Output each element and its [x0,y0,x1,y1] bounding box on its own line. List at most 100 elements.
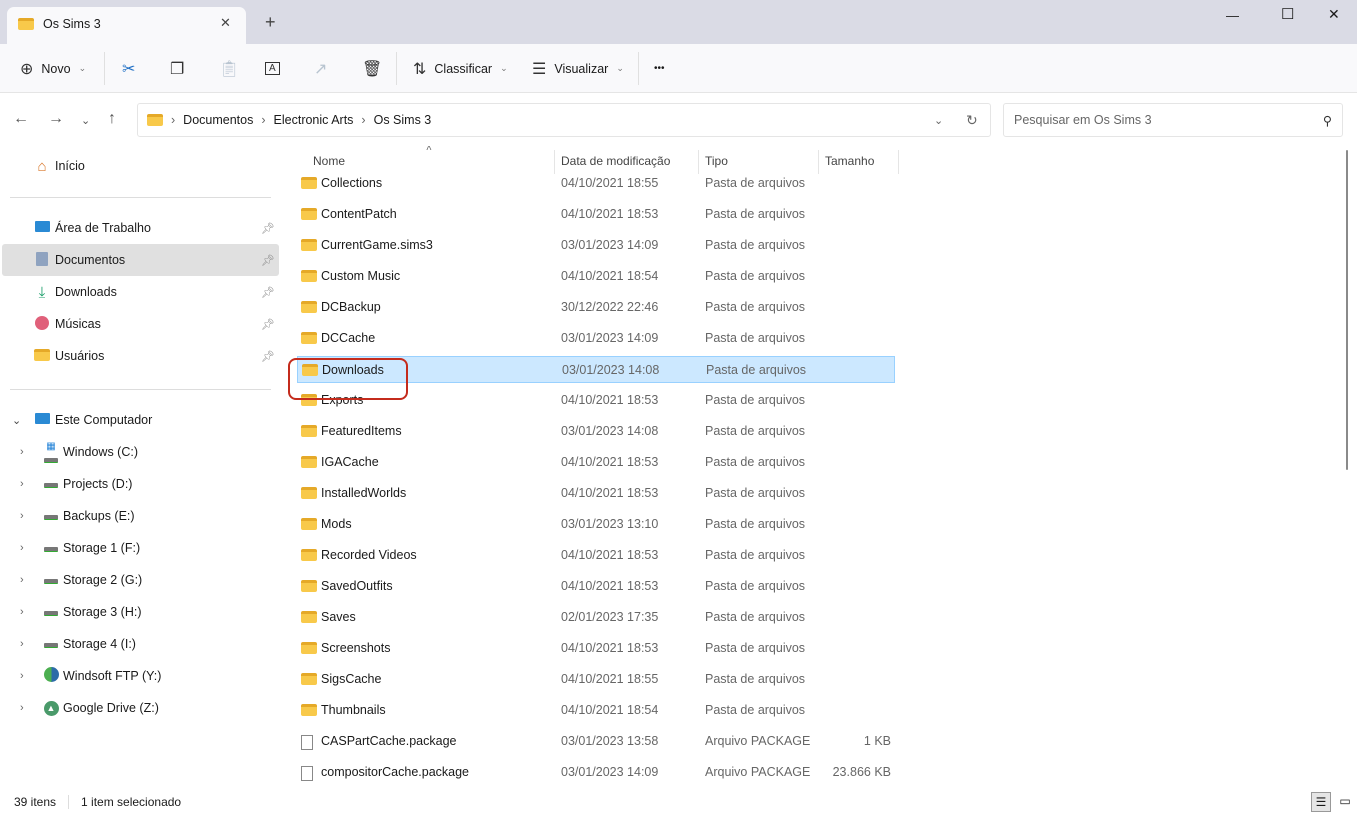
file-row[interactable]: SigsCache 04/10/2021 18:55 Pasta de arqu… [297,666,895,693]
up-button[interactable]: ↑ [108,110,116,128]
copy-icon[interactable]: ❐ [170,59,184,79]
file-row[interactable]: DCBackup 30/12/2022 22:46 Pasta de arqui… [297,294,895,321]
details-view-button[interactable]: ☰ [1311,792,1331,812]
close-tab-icon[interactable]: ✕ [220,15,231,31]
tab-os-sims-3[interactable]: Os Sims 3 ✕ [7,7,246,44]
file-row[interactable]: DCCache 03/01/2023 14:09 Pasta de arquiv… [297,325,895,352]
pin-icon[interactable]: 📌︎ [261,222,275,235]
pin-icon[interactable]: 📌︎ [261,254,275,267]
file-type: Pasta de arquivos [705,455,806,469]
chevron-right-icon[interactable]: › [20,638,24,650]
sidebar-item--rea-de-trabalho[interactable]: Área de Trabalho 📌︎ [2,212,279,244]
folder-icon [301,549,317,564]
pin-icon[interactable]: 📌︎ [261,318,275,331]
chevron-right-icon[interactable]: › [20,574,24,586]
vertical-scrollbar[interactable] [1346,150,1348,470]
file-row[interactable]: CurrentGame.sims3 03/01/2023 14:09 Pasta… [297,232,895,259]
file-row[interactable]: Screenshots 04/10/2021 18:53 Pasta de ar… [297,635,895,662]
maximize-button[interactable]: ☐ [1281,5,1294,23]
sidebar-drive[interactable]: › ▦ Windows (C:) [2,436,279,468]
command-bar: ⊕ Novo ⌄ ✂ ❐ 📋︎ A ↗ 🗑︎ ⇅ Classificar ⌄ ☰ Visu… [0,44,1357,93]
delete-icon[interactable]: 🗑︎ [362,59,382,79]
chevron-right-icon[interactable]: › [20,478,24,490]
chevron-right-icon[interactable]: › [20,542,24,554]
sidebar-item-m-sicas[interactable]: Músicas 📌︎ [2,308,279,340]
file-name: Custom Music [321,269,401,283]
file-name: DCBackup [321,300,381,314]
file-date: 04/10/2021 18:53 [561,548,659,562]
file-row[interactable]: SavedOutfits 04/10/2021 18:53 Pasta de a… [297,573,895,600]
new-tab-button[interactable]: + [265,12,276,33]
file-row[interactable]: compositorCache.package 03/01/2023 14:09… [297,759,895,786]
sidebar-drive[interactable]: › Storage 4 (I:) [2,628,279,660]
file-row[interactable]: Custom Music 04/10/2021 18:54 Pasta de a… [297,263,895,290]
file-row[interactable]: Recorded Videos 04/10/2021 18:53 Pasta d… [297,542,895,569]
breadcrumb-documentos[interactable]: Documentos [183,113,253,127]
forward-button[interactable]: → [48,110,64,128]
chevron-right-icon[interactable]: › [20,670,24,682]
sidebar-item-downloads[interactable]: ⤓ Downloads 📌︎ [2,276,279,308]
file-date: 02/01/2023 17:35 [561,610,659,624]
chevron-right-icon[interactable]: › [20,446,24,458]
file-row[interactable]: CASPartCache.package 03/01/2023 13:58 Ar… [297,728,895,755]
column-header-name[interactable]: Nome [313,154,345,168]
file-row[interactable]: FeaturedItems 03/01/2023 14:08 Pasta de … [297,418,895,445]
column-header-size[interactable]: Tamanho [825,154,874,168]
sidebar-drive[interactable]: › Storage 1 (F:) [2,532,279,564]
tiles-view-button[interactable]: ▭ [1335,792,1355,812]
status-bar: 39 itens 1 item selecionado ☰ ▭ [0,790,1357,814]
windows-drive-icon: ▦ [42,438,60,466]
file-row[interactable]: Mods 03/01/2023 13:10 Pasta de arquivos [297,511,895,538]
pin-icon[interactable]: 📌︎ [261,286,275,299]
chevron-right-icon[interactable]: › [20,702,24,714]
sidebar-drive[interactable]: › ▲ Google Drive (Z:) [2,692,279,724]
minimize-button[interactable]: — [1226,8,1239,23]
file-row[interactable]: Collections 04/10/2021 18:55 Pasta de ar… [297,170,895,197]
pin-icon[interactable]: 📌︎ [261,350,275,363]
column-header-date[interactable]: Data de modificação [561,154,670,168]
sidebar-drive[interactable]: › Projects (D:) [2,468,279,500]
sort-button[interactable]: ⇅ Classificar ⌄ [413,44,508,93]
breadcrumb-os-sims-3[interactable]: Os Sims 3 [374,113,432,127]
refresh-icon[interactable]: ↻ [966,112,978,129]
sidebar-drive[interactable]: › Storage 3 (H:) [2,596,279,628]
address-bar[interactable]: › Documentos › Electronic Arts › Os Sims… [137,103,991,137]
chevron-right-icon[interactable]: › [20,606,24,618]
sidebar-item-label: Storage 4 (I:) [63,637,136,651]
new-button[interactable]: ⊕ Novo ⌄ [20,44,86,93]
file-row[interactable]: ContentPatch 04/10/2021 18:53 Pasta de a… [297,201,895,228]
recent-locations-button[interactable]: ⌄ [81,114,90,127]
breadcrumb-electronic-arts[interactable]: Electronic Arts [274,113,354,127]
folder-icon [34,348,50,364]
sidebar-item-home[interactable]: ⌂ Início [2,150,279,182]
folder-icon [301,642,317,657]
file-row[interactable]: IGACache 04/10/2021 18:53 Pasta de arqui… [297,449,895,476]
file-row[interactable]: Thumbnails 04/10/2021 18:54 Pasta de arq… [297,697,895,724]
paste-icon[interactable]: 📋︎ [219,59,239,79]
file-name: Recorded Videos [321,548,417,562]
cut-icon[interactable]: ✂ [122,59,135,79]
search-input[interactable]: Pesquisar em Os Sims 3 ⚲ [1003,103,1343,137]
sidebar-drive[interactable]: › Backups (E:) [2,500,279,532]
view-button[interactable]: ☰ Visualizar ⌄ [532,44,624,93]
chevron-right-icon[interactable]: › [20,510,24,522]
file-size: 23.866 KB [832,765,891,779]
sidebar-item-documentos[interactable]: Documentos 📌︎ [2,244,279,276]
folder-icon [301,580,317,595]
sidebar-item-usu-rios[interactable]: Usuários 📌︎ [2,340,279,372]
chevron-down-icon[interactable]: ⌄ [12,414,21,427]
sidebar-item-label: Storage 3 (H:) [63,605,142,619]
rename-icon[interactable]: A [265,62,280,75]
sidebar-drive[interactable]: › Windsoft FTP (Y:) [2,660,279,692]
address-dropdown-icon[interactable]: ⌄ [934,114,943,127]
column-header-type[interactable]: Tipo [705,154,728,168]
share-icon[interactable]: ↗ [314,59,327,79]
sidebar-item-this-pc[interactable]: ⌄ Este Computador [2,404,279,436]
sidebar-drive[interactable]: › Storage 2 (G:) [2,564,279,596]
folder-icon [301,518,317,533]
close-window-button[interactable]: ✕ [1328,6,1340,23]
more-options-button[interactable]: ••• [654,44,665,93]
file-row[interactable]: InstalledWorlds 04/10/2021 18:53 Pasta d… [297,480,895,507]
file-row[interactable]: Saves 02/01/2023 17:35 Pasta de arquivos [297,604,895,631]
back-button[interactable]: ← [13,110,29,128]
